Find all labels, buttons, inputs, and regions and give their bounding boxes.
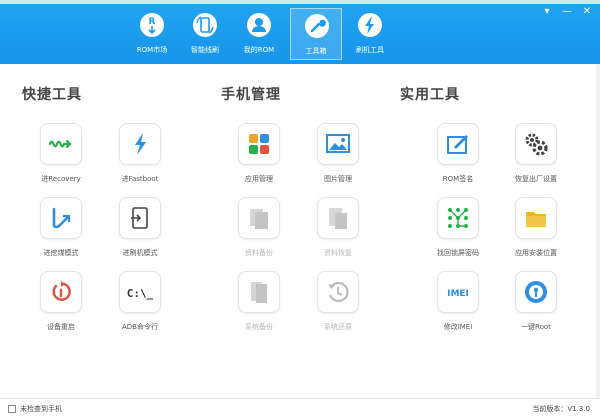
section-title-quick-tools: 快捷工具	[22, 87, 82, 103]
imei-icon: IMEI	[447, 289, 469, 299]
scrollbar[interactable]	[596, 64, 600, 398]
mining-mode-icon	[52, 207, 71, 229]
tool-factory-reset[interactable]	[515, 123, 557, 165]
tool-label: 系统还原	[324, 323, 352, 331]
tool-label: 资料备份	[245, 249, 273, 257]
menu-icon[interactable]: ▾	[540, 6, 554, 18]
tool-data-backup[interactable]	[238, 197, 280, 239]
data-backup-icon	[250, 209, 268, 229]
fastboot-icon	[135, 133, 146, 155]
title-strip	[0, 0, 600, 4]
data-restore-icon	[329, 208, 347, 229]
tool-install-location[interactable]	[515, 197, 557, 239]
svg-text:IMEI: IMEI	[447, 289, 469, 299]
tool-label: 资料恢复	[324, 249, 352, 257]
top-toolbar: ▾ — ✕ R ROM市场 智能线刷 我的ROM 工具箱 刷机工具	[0, 0, 600, 64]
tool-app-manage[interactable]	[238, 123, 280, 165]
tool-label: 进挖煤模式	[43, 249, 79, 257]
tool-system-restore[interactable]	[317, 271, 359, 313]
tool-data-restore[interactable]	[317, 197, 359, 239]
tool-label: 应用管理	[245, 175, 273, 183]
system-restore-icon	[328, 281, 349, 303]
close-icon[interactable]: ✕	[580, 6, 594, 18]
nav-flash-tool[interactable]: 刷机工具	[344, 8, 396, 60]
tool-rom-sign[interactable]	[437, 123, 479, 165]
adb-console-icon: C:\_	[127, 287, 153, 300]
root-icon	[525, 281, 547, 303]
tool-label: ROM签名	[442, 175, 474, 183]
nav-label: 刷机工具	[356, 46, 384, 54]
reboot-icon	[52, 281, 71, 301]
tool-system-backup[interactable]	[238, 271, 280, 313]
unlock-pattern-icon	[448, 208, 468, 228]
tool-label: 进Recovery	[41, 175, 81, 183]
device-status-icon	[8, 405, 16, 413]
tool-label: ADB命令行	[122, 323, 158, 331]
device-status-text: 未检查到手机	[20, 405, 62, 413]
factory-reset-icon	[525, 133, 548, 156]
tool-label: 应用安装位置	[515, 249, 557, 257]
tool-reboot[interactable]	[40, 271, 82, 313]
tool-fastboot[interactable]	[119, 123, 161, 165]
image-manage-icon	[326, 134, 350, 153]
tool-label: 设备重启	[47, 323, 75, 331]
tool-label: 图片管理	[324, 175, 352, 183]
rom-sign-icon	[447, 135, 468, 154]
section-title-utilities: 实用工具	[400, 87, 460, 103]
app-manage-icon	[249, 134, 269, 154]
tool-label: 修改IMEI	[443, 323, 473, 331]
status-bar: 未检查到手机 当前版本：V1.3.0	[0, 398, 600, 420]
tool-label: 进刷机模式	[122, 249, 158, 257]
tool-label: 找回锁屏密码	[437, 249, 479, 257]
svg-text:R: R	[149, 17, 156, 27]
smart-flash-icon	[193, 13, 217, 37]
flash-mode-icon	[131, 207, 148, 229]
minimize-icon[interactable]: —	[560, 6, 574, 18]
section-title-phone-management: 手机管理	[221, 87, 281, 103]
tool-imei[interactable]: IMEI	[437, 271, 479, 313]
version-text: 当前版本：V1.3.0	[532, 405, 590, 413]
tool-flash-mode[interactable]	[119, 197, 161, 239]
tool-label: 系统备份	[245, 323, 273, 331]
tool-image-manage[interactable]	[317, 123, 359, 165]
tool-label: 进Fastboot	[121, 175, 159, 183]
tool-unlock-pattern[interactable]	[437, 197, 479, 239]
tool-label: 恢复出厂设置	[515, 175, 557, 183]
flash-tool-icon	[358, 13, 382, 37]
rom-market-icon: R	[140, 13, 164, 37]
my-rom-icon	[247, 13, 271, 37]
toolbox-icon	[305, 14, 329, 38]
tool-adb-console[interactable]: C:\_	[119, 271, 161, 313]
nav-my-rom[interactable]: 我的ROM	[233, 8, 285, 60]
install-location-icon	[526, 212, 546, 227]
tool-recovery[interactable]	[40, 123, 82, 165]
system-backup-icon	[251, 282, 267, 303]
svg-text:C:\_: C:\_	[127, 287, 153, 300]
tool-label: 一键Root	[521, 323, 551, 331]
recovery-icon	[48, 139, 72, 149]
toolbox-panel: 快捷工具 进Recovery 进Fastboot 进挖煤模式 进刷机模式 设备重…	[0, 64, 600, 398]
tool-root[interactable]	[515, 271, 557, 313]
tool-mining-mode[interactable]	[40, 197, 82, 239]
